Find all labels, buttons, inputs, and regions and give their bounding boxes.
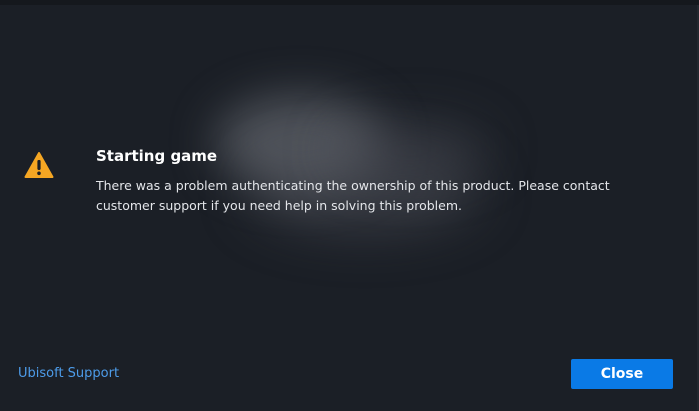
dialog-message: There was a problem authenticating the o…	[96, 178, 610, 213]
warning-icon	[24, 152, 54, 178]
close-button[interactable]: Close	[571, 359, 673, 389]
blurred-background-art	[330, 120, 490, 180]
ubisoft-support-link[interactable]: Ubisoft Support	[18, 365, 119, 383]
window-top-strip	[0, 0, 699, 5]
dialog-title: Starting game	[96, 147, 218, 165]
